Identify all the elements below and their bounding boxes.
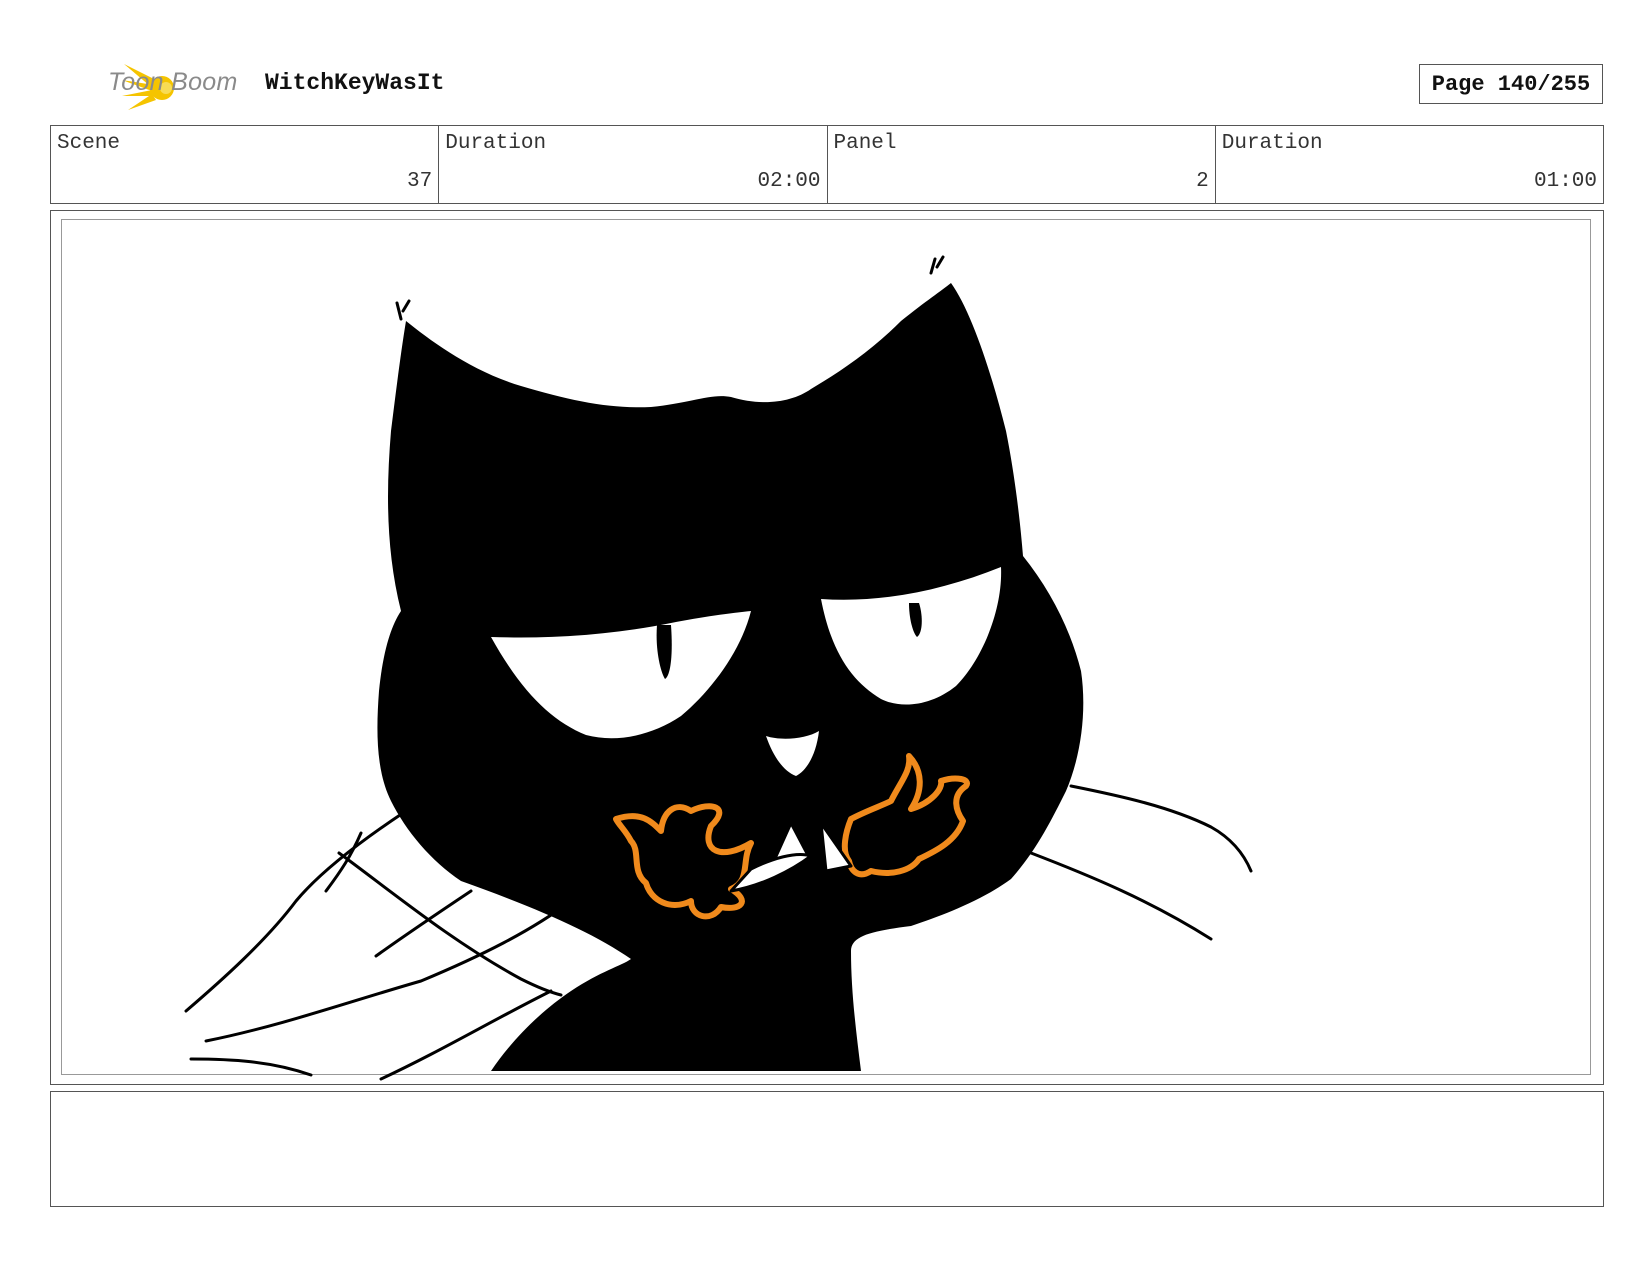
logo-text: Toon Boom [108, 68, 238, 96]
page-indicator: Page 140/255 [1419, 64, 1603, 104]
scene-cell: Scene 37 [51, 126, 438, 203]
panel-label: Panel [833, 132, 897, 155]
notes-box [50, 1091, 1604, 1207]
panel-duration-value: 01:00 [1533, 170, 1597, 193]
cat-drawing [184, 255, 1253, 1081]
scene-value: 37 [407, 170, 433, 193]
panel-cell: Panel 2 [826, 126, 1215, 203]
scene-label: Scene [57, 132, 121, 155]
panel-duration-cell: Duration 01:00 [1214, 126, 1603, 203]
scene-duration-cell: Duration 02:00 [438, 126, 826, 203]
scene-duration-label: Duration [445, 132, 547, 155]
panel-value: 2 [1196, 170, 1209, 193]
storyboard-panel [50, 210, 1604, 1085]
page-header: Toon Boom WitchKeyWasIt Page 140/255 [0, 0, 1650, 120]
scene-duration-value: 02:00 [757, 170, 821, 193]
panel-duration-label: Duration [1221, 132, 1323, 155]
scene-info-table: Scene 37 Duration 02:00 Panel 2 Duration… [50, 125, 1604, 204]
project-title: WitchKeyWasIt [265, 70, 445, 96]
